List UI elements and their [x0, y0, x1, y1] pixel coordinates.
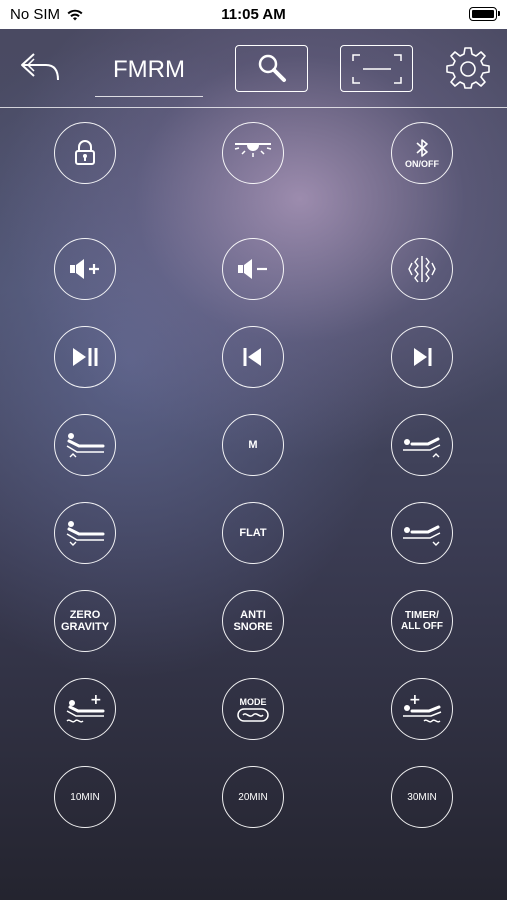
head-up-button[interactable] [54, 414, 116, 476]
search-icon [258, 54, 286, 82]
head-down-button[interactable] [54, 502, 116, 564]
light-button[interactable] [222, 122, 284, 184]
status-bar: No SIM 11:05 AM [0, 0, 507, 29]
foot-massage-plus-text: + [409, 692, 421, 708]
volume-down-icon [238, 259, 267, 279]
zero-gravity-label: ZERO GRAVITY [60, 609, 110, 633]
bluetooth-label: ON/OFF [405, 158, 439, 169]
volume-up-icon [70, 259, 99, 279]
timer-10min-label: 10MIN [70, 791, 100, 803]
previous-track-icon [243, 348, 261, 366]
head-massage-plus-text: + [90, 692, 102, 708]
anti-snore-button[interactable]: ANTI SNORE [222, 590, 284, 652]
lock-icon [75, 140, 95, 165]
foot-up-icon [403, 437, 441, 458]
previous-track-button[interactable] [222, 326, 284, 388]
vibration-button[interactable] [391, 238, 453, 300]
back-arrow-icon [21, 53, 59, 81]
flat-button[interactable]: FLAT [222, 502, 284, 564]
vibration-icon [408, 256, 436, 283]
timer-30min-button[interactable]: 30MIN [391, 766, 453, 828]
massage-mode-button[interactable]: MODE [222, 678, 284, 740]
zero-gravity-button[interactable]: ZERO GRAVITY [54, 590, 116, 652]
scan-button[interactable] [340, 45, 413, 92]
play-pause-button[interactable] [54, 326, 116, 388]
toolbar-divider [0, 107, 507, 108]
gear-icon [446, 47, 490, 89]
back-button[interactable] [16, 47, 64, 87]
timer-all-off-button[interactable]: TIMER/ ALL OFF [391, 590, 453, 652]
anti-snore-label: ANTI SNORE [233, 609, 273, 633]
timer-30min-label: 30MIN [407, 791, 437, 803]
head-up-icon [66, 433, 105, 458]
settings-button[interactable] [444, 45, 492, 93]
foot-massage-plus-icon: + [403, 692, 442, 723]
remote-screen: FMRM ON/OFF M FLAT ZERO GRAVITY ANTI SNO… [0, 29, 507, 900]
head-massage-plus-icon: + [66, 692, 105, 723]
bluetooth-button[interactable]: ON/OFF [391, 122, 453, 184]
timer-20min-label: 20MIN [238, 791, 268, 803]
foot-down-icon [403, 525, 441, 546]
flat-label: FLAT [239, 527, 267, 539]
timer-all-off-label: TIMER/ ALL OFF [400, 610, 444, 632]
massage-wave-icon [237, 707, 269, 722]
play-pause-icon [73, 348, 98, 366]
title-underline [95, 96, 203, 97]
memory-button[interactable]: M [222, 414, 284, 476]
volume-down-button[interactable] [222, 238, 284, 300]
timer-10min-button[interactable]: 10MIN [54, 766, 116, 828]
scan-icon [351, 53, 402, 84]
bluetooth-icon [416, 138, 428, 157]
head-down-icon [66, 521, 105, 546]
device-title: FMRM [95, 43, 203, 97]
foot-up-button[interactable] [391, 414, 453, 476]
next-track-button[interactable] [391, 326, 453, 388]
volume-up-button[interactable] [54, 238, 116, 300]
search-button[interactable] [235, 45, 308, 92]
head-massage-button[interactable]: + [54, 678, 116, 740]
next-track-icon [414, 348, 432, 366]
memory-label: M [248, 439, 258, 451]
timer-20min-button[interactable]: 20MIN [222, 766, 284, 828]
device-title-text: FMRM [113, 56, 185, 83]
under-bed-light-icon [234, 143, 272, 157]
toolbar: FMRM [0, 29, 507, 108]
status-time: 11:05 AM [221, 6, 286, 23]
battery-full-icon [469, 7, 500, 21]
lock-button[interactable] [54, 122, 116, 184]
foot-down-button[interactable] [391, 502, 453, 564]
massage-mode-label: MODE [239, 696, 267, 707]
foot-massage-button[interactable]: + [391, 678, 453, 740]
